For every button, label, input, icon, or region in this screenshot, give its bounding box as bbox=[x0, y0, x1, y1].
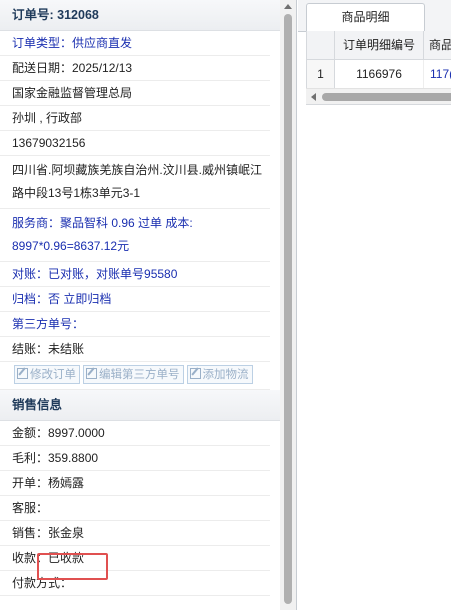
order-number-label: 订单号: bbox=[12, 8, 58, 22]
order-number: 312068 bbox=[57, 8, 99, 22]
column-header-detail-no[interactable]: 订单明细编号 bbox=[335, 31, 424, 59]
edit-order-button[interactable]: 修改订单 bbox=[14, 365, 80, 384]
table-bottom-border bbox=[306, 104, 451, 105]
delivery-address: 四川省.阿坝藏族羌族自治州.汶川县.威州镇岷江 路中段13号1栋3单元3-1 bbox=[0, 156, 270, 209]
third-party-order-no: 第三方单号： bbox=[0, 312, 270, 337]
supplier-line-1: 服务商：聚品智科 0.96 过单 成本: bbox=[12, 216, 193, 230]
reconciliation-status: 对账：已对账，对账单号95580 bbox=[0, 262, 270, 287]
details-table: 订单明细编号 商品 1 1166976 117( bbox=[306, 31, 451, 89]
salesperson: 销售：张金泉 bbox=[0, 521, 270, 546]
organization: 国家金融监督管理总局 bbox=[0, 81, 270, 106]
address-line-1: 四川省.阿坝藏族羌族自治州.汶川县.威州镇岷江 bbox=[12, 163, 263, 177]
settlement-status: 结账：未结账 bbox=[0, 337, 270, 362]
scrollbar-thumb[interactable] bbox=[284, 14, 292, 604]
scroll-up-arrow-icon[interactable] bbox=[284, 4, 292, 9]
reconcile-label: 对账： bbox=[12, 267, 49, 281]
archive-label: 归档： bbox=[12, 292, 49, 306]
table-header: 订单明细编号 商品 bbox=[307, 31, 451, 60]
supplier-info: 服务商：聚品智科 0.96 过单 成本: 8997*0.96=8637.12元 bbox=[0, 209, 270, 262]
add-logistics-button[interactable]: 添加物流 bbox=[186, 365, 253, 384]
details-panel: 商品明细 订单明细编号 商品 1 1166976 117( bbox=[298, 0, 451, 610]
table-row[interactable]: 1 1166976 117( bbox=[307, 60, 451, 89]
column-header-index bbox=[307, 31, 335, 59]
invoice-issuer: 开单：杨嫣露 bbox=[0, 471, 270, 496]
archive-now-link[interactable]: 立即归档 bbox=[63, 292, 111, 306]
horizontal-scrollbar[interactable] bbox=[306, 88, 451, 105]
contact-person: 孙圳 , 行政部 bbox=[0, 106, 270, 131]
sales-info-header: 销售信息 bbox=[0, 390, 296, 421]
sales-amount: 金额：8997.0000 bbox=[0, 421, 270, 446]
edit-icon bbox=[17, 368, 28, 379]
edit-icon bbox=[86, 368, 97, 379]
detail-no-cell: 1166976 bbox=[335, 60, 424, 88]
edit-icon bbox=[189, 368, 201, 379]
customer-service: 客服： bbox=[0, 496, 270, 521]
tab-bar: 商品明细 bbox=[298, 0, 451, 32]
order-action-buttons: 修改订单 编辑第三方单号 添加物流 bbox=[0, 362, 270, 390]
delivery-date: 配送日期：2025/12/13 bbox=[0, 56, 270, 81]
archive-status: 归档：否 立即归档 bbox=[0, 287, 270, 312]
order-info-panel: 订单号: 312068 订单类型：供应商直发 配送日期：2025/12/13 国… bbox=[0, 0, 297, 610]
archive-value: 否 bbox=[48, 292, 61, 306]
horizontal-scrollbar-thumb[interactable] bbox=[322, 93, 451, 101]
order-number-header: 订单号: 312068 bbox=[0, 0, 296, 31]
row-index: 1 bbox=[307, 60, 335, 88]
address-line-2: 路中段13号1栋3单元3-1 bbox=[12, 186, 141, 200]
column-header-product[interactable]: 商品 bbox=[424, 31, 451, 59]
gross-profit: 毛利：359.8800 bbox=[0, 446, 270, 471]
payment-highlight-box bbox=[37, 553, 108, 580]
tab-product-details[interactable]: 商品明细 bbox=[306, 3, 425, 31]
order-type: 订单类型：供应商直发 bbox=[0, 31, 270, 56]
edit-third-party-no-button[interactable]: 编辑第三方单号 bbox=[83, 365, 184, 384]
reconcile-value: 已对账，对账单号95580 bbox=[48, 267, 178, 281]
product-cell-link[interactable]: 117( bbox=[424, 60, 451, 88]
phone-number: 13679032156 bbox=[0, 131, 270, 156]
vertical-scrollbar[interactable] bbox=[280, 0, 296, 610]
supplier-line-2: 8997*0.96=8637.12元 bbox=[12, 239, 130, 253]
scroll-left-arrow-icon[interactable] bbox=[311, 93, 316, 101]
